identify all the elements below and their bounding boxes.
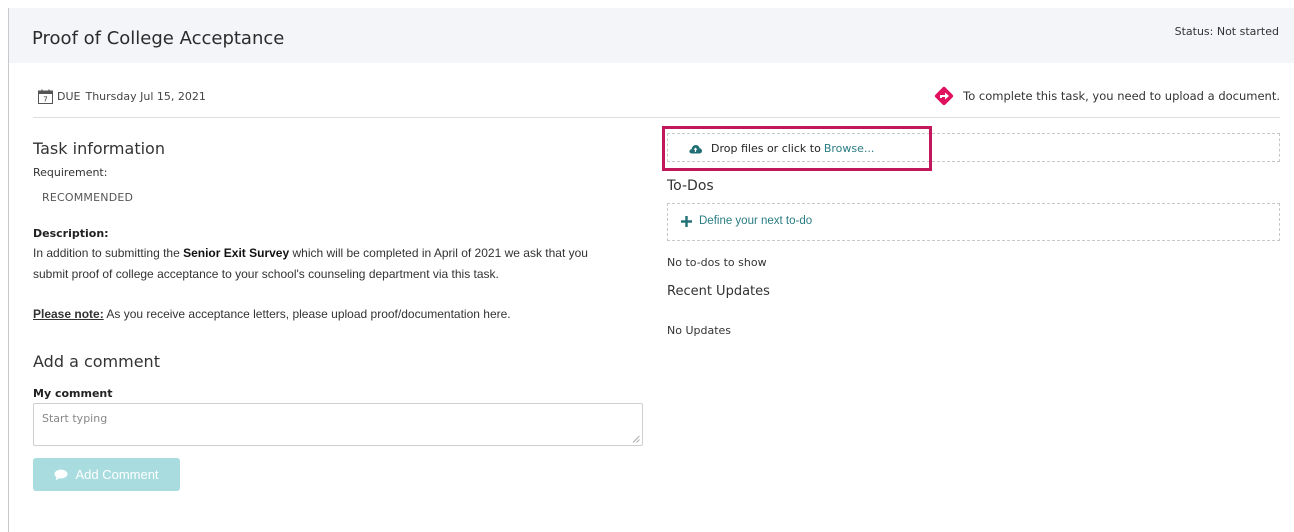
define-todo-button[interactable]: Define your next to-do bbox=[667, 203, 1280, 241]
add-comment-button[interactable]: Add Comment bbox=[33, 458, 180, 491]
chat-bubble-icon bbox=[54, 469, 68, 480]
todos-heading: To-Dos bbox=[667, 178, 714, 194]
svg-text:7: 7 bbox=[43, 95, 47, 103]
diamond-arrow-icon bbox=[935, 86, 954, 106]
highlight-annotation bbox=[662, 126, 932, 171]
description-line-1: In addition to submitting the Senior Exi… bbox=[33, 246, 588, 260]
define-todo-content: Define your next to-do bbox=[681, 215, 812, 227]
comment-placeholder: Start typing bbox=[42, 412, 108, 425]
left-border bbox=[8, 8, 9, 532]
note-text: As you receive acceptance letters, pleas… bbox=[103, 307, 511, 321]
my-comment-label: My comment bbox=[33, 387, 113, 400]
due-label: DUE bbox=[57, 89, 81, 103]
description-label: Description: bbox=[33, 227, 109, 240]
task-header: Proof of College Acceptance Status: Not … bbox=[9, 8, 1294, 63]
requirement-value: RECOMMENDED bbox=[42, 191, 134, 204]
no-todos-text: No to-dos to show bbox=[667, 256, 767, 269]
upload-notice: To complete this task, you need to uploa… bbox=[932, 84, 1280, 108]
recent-updates-heading: Recent Updates bbox=[667, 284, 770, 299]
add-comment-label: Add Comment bbox=[75, 467, 159, 482]
due-date: Thursday Jul 15, 2021 bbox=[85, 89, 206, 103]
no-updates-text: No Updates bbox=[667, 324, 732, 337]
description-text: which will be completed in April of 2021… bbox=[289, 246, 588, 260]
calendar-icon: 7 bbox=[38, 89, 53, 104]
task-information-heading: Task information bbox=[33, 139, 165, 158]
note-label: Please note: bbox=[33, 307, 104, 321]
description-text: In addition to submitting the bbox=[33, 246, 184, 260]
status-text: Status: Not started bbox=[1174, 25, 1279, 38]
plus-icon bbox=[681, 215, 692, 227]
requirement-label: Requirement: bbox=[33, 166, 108, 179]
divider bbox=[33, 117, 1280, 118]
notice-text: To complete this task, you need to uploa… bbox=[963, 89, 1280, 103]
description-line-2: submit proof of college acceptance to yo… bbox=[33, 267, 499, 281]
comment-textarea[interactable]: Start typing bbox=[33, 403, 643, 446]
add-comment-heading: Add a comment bbox=[33, 352, 160, 371]
survey-name: Senior Exit Survey bbox=[183, 246, 290, 260]
define-todo-label: Define your next to-do bbox=[699, 215, 813, 227]
due-date-row: 7 DUE Thursday Jul 15, 2021 bbox=[38, 86, 206, 106]
page-title: Proof of College Acceptance bbox=[32, 28, 285, 49]
note-line: Please note: As you receive acceptance l… bbox=[33, 307, 511, 321]
resize-grip-icon[interactable] bbox=[632, 435, 640, 443]
